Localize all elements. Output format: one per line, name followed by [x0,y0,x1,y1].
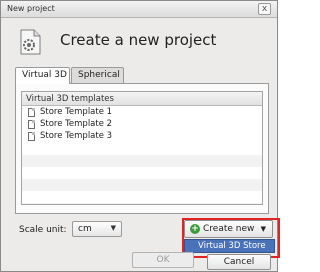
chevron-down-icon: ▼ [260,225,266,233]
list-item[interactable]: Store Template 1 [22,106,262,118]
list-item-label: Store Template 1 [40,107,113,117]
close-icon[interactable]: x [258,3,271,15]
list-item[interactable]: Store Template 3 [22,130,262,142]
dialog-header: Create a new project [1,18,277,62]
list-item[interactable]: Store Template 2 [22,118,262,130]
cancel-button[interactable]: Cancel [207,254,271,270]
scale-unit-select[interactable]: cm ▼ [72,221,122,237]
settings-document-icon [20,29,41,55]
create-new-button[interactable]: + Create new ▼ [184,220,273,238]
page-title: Create a new project [60,31,217,49]
list-item-label: Store Template 2 [40,119,113,129]
title-bar[interactable]: New project x [1,1,277,18]
ok-button[interactable]: OK [132,252,194,268]
menu-item-virtual-3d-store[interactable]: Virtual 3D Store [184,239,275,253]
plus-icon: + [190,224,200,234]
window-title: New project [7,4,55,13]
chevron-down-icon: ▼ [110,224,116,232]
tab-virtual-3d[interactable]: Virtual 3D [15,67,70,84]
document-icon [28,132,35,141]
scale-unit-value: cm [78,224,92,234]
templates-column-header[interactable]: Virtual 3D templates [22,92,262,106]
tab-spherical[interactable]: Spherical [71,67,124,83]
templates-list[interactable]: Virtual 3D templates Store Template 1 St… [21,91,263,205]
document-icon [28,108,35,117]
new-project-dialog: New project x Create a new project Virtu… [0,0,280,272]
scale-unit-label: Scale unit: [19,225,67,235]
empty-list-area [22,143,262,204]
tab-panel: Virtual 3D templates Store Template 1 St… [15,83,269,214]
create-new-label: Create new [203,224,255,234]
document-icon [28,120,35,129]
list-item-label: Store Template 3 [40,131,113,141]
